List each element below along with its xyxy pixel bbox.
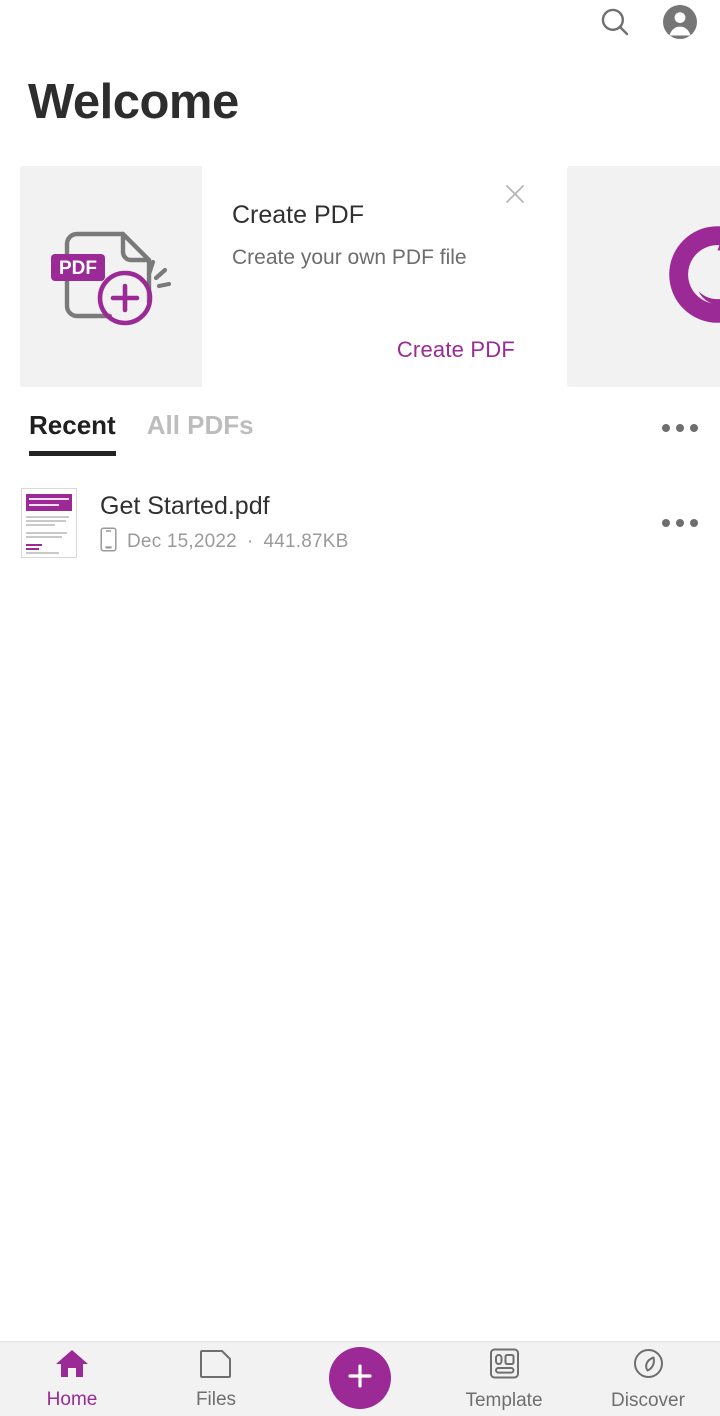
thumbnail-header-band — [26, 494, 72, 511]
nav-item-home[interactable]: Home — [0, 1342, 144, 1416]
file-date: Dec 15,2022 — [127, 530, 237, 552]
file-info: Get Started.pdf Dec 15,2022 · 441.87KB — [100, 490, 349, 557]
pdf-add-document-icon: PDF — [20, 166, 202, 387]
create-new-fab[interactable] — [329, 1347, 391, 1409]
create-pdf-card-title: Create PDF — [232, 201, 364, 229]
dot — [662, 424, 670, 432]
nav-item-discover[interactable]: Discover — [576, 1342, 720, 1416]
nav-label-home: Home — [46, 1388, 98, 1410]
dot — [676, 424, 684, 432]
nav-label-discover: Discover — [611, 1389, 685, 1411]
nav-item-files[interactable]: Files — [144, 1342, 288, 1416]
file-meta: Dec 15,2022 · 441.87KB — [100, 526, 349, 557]
file-size: 441.87KB — [263, 530, 349, 552]
tab-all-pdfs[interactable]: All PDFs — [147, 408, 254, 456]
nav-label-template: Template — [465, 1389, 543, 1411]
file-meta-separator: · — [246, 530, 254, 552]
nav-label-files: Files — [195, 1388, 237, 1410]
plus-icon — [345, 1361, 375, 1396]
file-name: Get Started.pdf — [100, 491, 270, 520]
page-title: Welcome — [28, 75, 239, 129]
search-icon[interactable] — [598, 5, 632, 39]
svg-text:PDF: PDF — [59, 258, 97, 279]
dot — [662, 519, 670, 527]
create-pdf-card[interactable]: PDF Create PDF Create your own PDF file — [20, 166, 545, 387]
tab-recent[interactable]: Recent — [29, 408, 116, 456]
more-options-icon[interactable] — [662, 408, 698, 446]
template-icon — [488, 1347, 521, 1385]
dot — [690, 519, 698, 527]
create-pdf-button[interactable]: Create PDF — [397, 337, 515, 363]
top-bar — [0, 0, 720, 44]
bottom-navigation-bar: Home Files Template Discover — [0, 1341, 720, 1416]
create-fab-wrapper — [288, 1342, 432, 1416]
more-options-icon[interactable] — [662, 519, 698, 527]
dot — [690, 424, 698, 432]
banner-carousel: PDF Create PDF Create your own PDF file — [20, 166, 720, 387]
pdf-page-thumbnail — [21, 488, 77, 558]
foxit-promo-card[interactable] — [567, 166, 720, 387]
folder-icon — [199, 1348, 233, 1384]
file-tabs: Recent All PDFs — [0, 408, 720, 468]
device-phone-icon — [100, 526, 117, 557]
home-icon — [55, 1348, 89, 1384]
dot — [676, 519, 684, 527]
nav-item-template[interactable]: Template — [432, 1342, 576, 1416]
create-pdf-card-subtitle: Create your own PDF file — [232, 246, 467, 269]
foxit-logo-icon — [665, 222, 720, 332]
close-icon[interactable] — [498, 177, 532, 211]
account-avatar-icon[interactable] — [662, 4, 698, 40]
list-item[interactable]: Get Started.pdf Dec 15,2022 · 441.87KB — [0, 482, 720, 564]
compass-icon — [632, 1347, 665, 1385]
create-pdf-card-body: Create PDF Create your own PDF file Crea… — [202, 166, 545, 387]
